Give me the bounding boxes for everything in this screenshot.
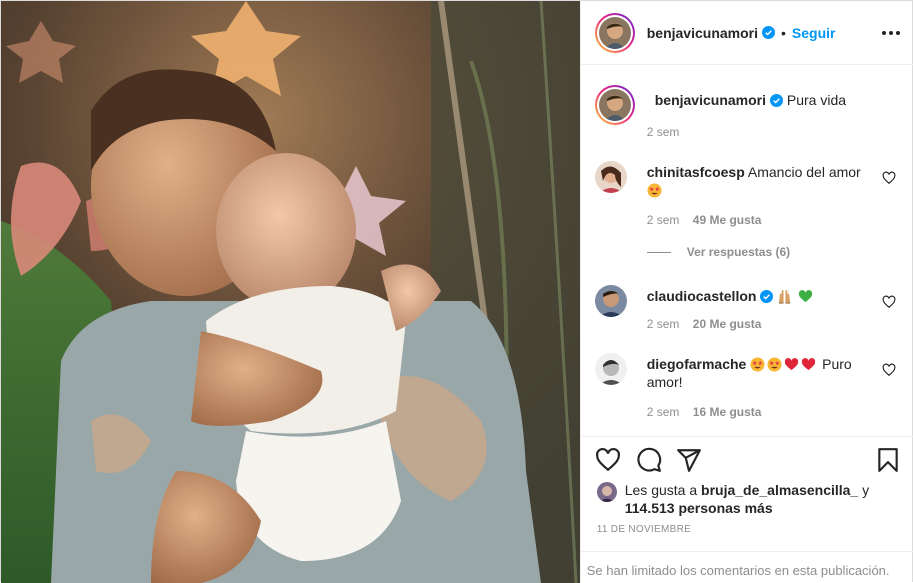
commenter-avatar[interactable]	[594, 353, 627, 385]
caption-text: benjavicunamori Pura vida	[655, 91, 870, 109]
father-holding-baby-image	[1, 1, 580, 583]
comment-item: diegofarmache Puro amor! 2 sem 16 Me gus…	[594, 353, 900, 423]
caption-time: 2 sem	[646, 125, 680, 139]
like-comment-heart-icon[interactable]	[882, 295, 896, 309]
likes-count[interactable]: 114.513 personas más	[625, 500, 773, 516]
likes-connector: y	[862, 482, 870, 498]
view-replies-label: Ver respuestas (6)	[686, 245, 791, 259]
red-heart-emoji-icon	[785, 358, 799, 371]
comment-meta: 2 sem 49 Me gusta	[647, 213, 762, 227]
header-dot-separator: •	[781, 24, 786, 41]
commenter-username[interactable]: diegofarmache	[647, 356, 747, 372]
comment-text: chinitasfcoesp Amancio del amor	[647, 163, 870, 199]
caption-body: Pura vida	[786, 92, 847, 108]
commenter-avatar[interactable]	[594, 161, 627, 193]
comment-bubble-icon[interactable]	[636, 447, 662, 473]
save-bookmark-icon[interactable]	[875, 447, 901, 473]
like-heart-icon[interactable]	[595, 447, 621, 473]
liker-avatar[interactable]	[596, 482, 617, 502]
comment-likes-count[interactable]: 49 Me gusta	[693, 213, 762, 227]
comment-time: 2 sem	[646, 405, 680, 419]
share-send-icon[interactable]	[676, 447, 702, 473]
likes-prefix: Les gusta a	[624, 482, 698, 498]
commenter-username[interactable]: claudiocastellon	[647, 288, 757, 304]
verified-badge-icon	[760, 290, 774, 303]
author-avatar-story-ring[interactable]	[594, 12, 635, 53]
verified-badge-icon	[770, 94, 783, 107]
author-avatar	[598, 16, 631, 49]
like-comment-heart-icon[interactable]	[882, 363, 896, 377]
comment-likes-count[interactable]: 16 Me gusta	[693, 405, 762, 419]
comment-text: diegofarmache Puro amor!	[647, 355, 870, 391]
commenter-username[interactable]: chinitasfcoesp	[647, 164, 745, 180]
star-struck-emoji-icon	[647, 183, 662, 198]
follow-button[interactable]: Seguir	[792, 25, 836, 41]
raising-hands-emoji-icon	[779, 289, 791, 304]
star-struck-emoji-icon	[750, 357, 765, 372]
comment-likes-count[interactable]: 20 Me gusta	[693, 317, 762, 331]
post-photo[interactable]	[1, 1, 580, 583]
star-struck-emoji-icon	[767, 357, 782, 372]
comment-item: chinitasfcoesp Amancio del amor 2 sem 49…	[594, 161, 900, 231]
replies-divider-line	[646, 251, 671, 253]
post-date[interactable]: 11 DE NOVIEMBRE	[597, 524, 691, 535]
more-options-icon[interactable]	[881, 24, 900, 42]
likes-text: Les gusta a bruja_de_almasencilla_ y 114…	[625, 481, 895, 517]
comment-text: claudiocastellon	[647, 287, 870, 305]
like-comment-heart-icon[interactable]	[882, 171, 896, 185]
caption-avatar-story-ring[interactable]	[594, 85, 635, 125]
liker-username[interactable]: bruja_de_almasencilla_	[701, 482, 858, 498]
comment-item: claudiocastellon 2 sem 20 Me gusta	[594, 285, 900, 335]
post-header: benjavicunamori • Seguir	[580, 1, 913, 65]
red-heart-emoji-icon	[802, 358, 816, 371]
instagram-post: benjavicunamori • Seguir benjavicunamori	[0, 0, 913, 583]
view-replies-button[interactable]: Ver respuestas (6)	[646, 245, 791, 259]
caption-username[interactable]: benjavicunamori	[655, 92, 766, 108]
caption-row: benjavicunamori Pura vida 2 sem	[594, 85, 900, 149]
comment-time: 2 sem	[646, 317, 680, 331]
post-side-panel: benjavicunamori • Seguir benjavicunamori	[579, 1, 913, 583]
comment-body: Amancio del amor	[747, 164, 861, 180]
caption-avatar	[598, 89, 631, 121]
comments-section[interactable]: benjavicunamori Pura vida 2 sem chinitas…	[580, 65, 913, 437]
post-actions-bar	[581, 437, 913, 485]
verified-badge-icon	[762, 26, 775, 39]
commenter-avatar[interactable]	[594, 285, 627, 317]
comments-limited-notice: Se han limitado los comentarios en esta …	[580, 551, 913, 583]
comment-meta: 2 sem 20 Me gusta	[647, 317, 762, 331]
comment-meta: 2 sem 16 Me gusta	[647, 405, 762, 419]
green-heart-emoji-icon	[799, 290, 813, 303]
comment-time: 2 sem	[646, 213, 680, 227]
author-username[interactable]: benjavicunamori	[647, 25, 758, 41]
